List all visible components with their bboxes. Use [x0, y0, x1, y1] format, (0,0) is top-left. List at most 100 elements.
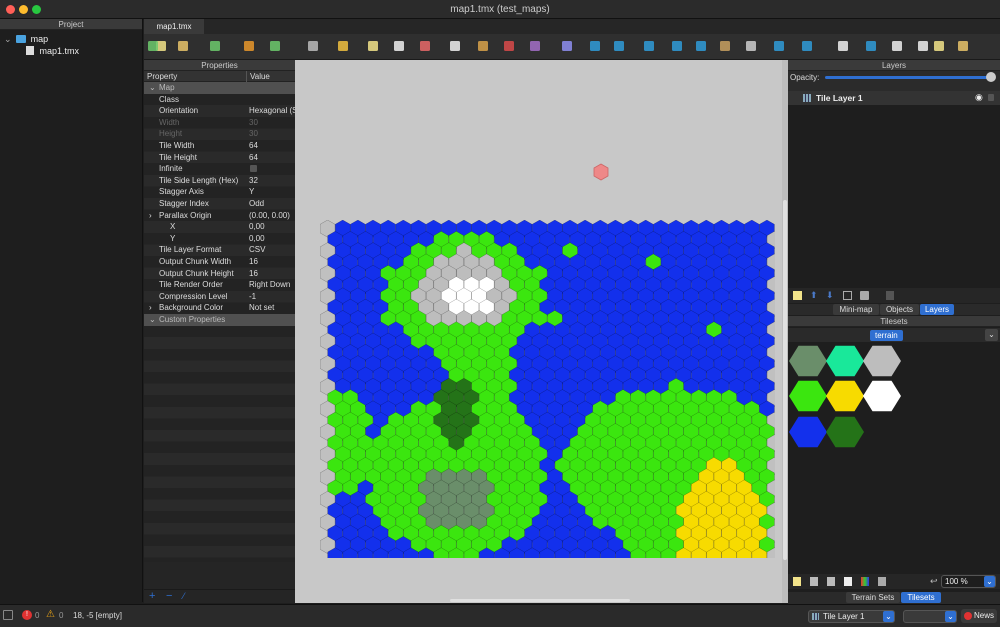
insert-rectangle-icon[interactable]	[668, 37, 686, 55]
property-value[interactable]: 30	[249, 128, 295, 140]
rename-property-icon[interactable]: ⁄	[183, 591, 185, 601]
property-row[interactable]: Class	[144, 94, 295, 106]
tileset-zoom-select[interactable]: 100 % ⌄	[941, 575, 996, 588]
property-row[interactable]: Output Chunk Width 16	[144, 256, 295, 268]
embed-tileset-icon[interactable]	[810, 577, 818, 586]
property-value[interactable]: Right Down	[249, 279, 295, 291]
property-row[interactable]: Height 30	[144, 128, 295, 140]
tileset-tile[interactable]	[789, 380, 827, 412]
export-icon[interactable]	[206, 37, 224, 55]
undo-icon[interactable]	[240, 37, 258, 55]
tab-terrain-sets[interactable]: Terrain Sets	[846, 592, 900, 603]
move-icon[interactable]	[862, 37, 880, 55]
terrain-brush-icon[interactable]	[364, 37, 382, 55]
flip-vertical-icon[interactable]	[954, 37, 972, 55]
property-value[interactable]: 32	[249, 175, 295, 187]
horizontal-scrollbar-thumb[interactable]	[450, 599, 630, 602]
object-select-icon[interactable]	[610, 37, 628, 55]
random-mode-icon[interactable]	[558, 37, 576, 55]
tileset-tile[interactable]	[826, 380, 864, 412]
property-value[interactable]: 16	[249, 268, 295, 280]
property-value[interactable]: 0,00	[249, 233, 295, 245]
redo-icon[interactable]	[266, 37, 284, 55]
flip-horizontal-icon[interactable]	[930, 37, 948, 55]
tileset-tile[interactable]	[826, 416, 864, 448]
open-icon[interactable]	[174, 37, 192, 55]
property-row[interactable]: Tile Width 64	[144, 140, 295, 152]
tree-item-map1-tmx[interactable]: map1.tmx	[26, 45, 79, 57]
edit-tileset-icon[interactable]	[844, 577, 852, 586]
property-row[interactable]: Infinite	[144, 163, 295, 175]
property-row[interactable]: Stagger Index Odd	[144, 198, 295, 210]
lock-layer-icon[interactable]	[886, 291, 894, 300]
property-row[interactable]: X 0,00	[144, 221, 295, 233]
tree-item-map[interactable]: ⌄ map	[4, 33, 48, 45]
raise-layer-icon[interactable]: ⬆	[810, 290, 818, 301]
shape-fill-icon[interactable]	[416, 37, 434, 55]
chevron-down-icon[interactable]: ⌄	[984, 576, 995, 587]
property-row[interactable]: Compression Level -1	[144, 291, 295, 303]
property-row[interactable]: Output Chunk Height 16	[144, 268, 295, 280]
property-value[interactable]: 64	[249, 152, 295, 164]
remove-property-icon[interactable]: −	[166, 590, 172, 602]
property-value[interactable]: Hexagonal (S	[249, 105, 295, 117]
chevron-down-icon[interactable]: ⌄	[4, 34, 12, 44]
chevron-right-icon[interactable]: ›	[149, 302, 152, 314]
property-row[interactable]: Stagger Axis Y	[144, 186, 295, 198]
opacity-slider-handle[interactable]	[986, 72, 996, 82]
layer-row-tile-layer-1[interactable]: Tile Layer 1 ◉	[788, 91, 1000, 105]
tab-layers[interactable]: Layers	[920, 304, 954, 315]
property-value[interactable]: Odd	[249, 198, 295, 210]
stamp-brush-icon[interactable]	[334, 37, 352, 55]
property-group-header[interactable]: ⌄ Map	[144, 82, 295, 94]
news-button[interactable]: News	[961, 609, 997, 623]
layer-select[interactable]: Tile Layer 1 ⌄	[808, 610, 895, 623]
dice-icon[interactable]	[888, 37, 906, 55]
warning-icon[interactable]: ⚠	[46, 609, 55, 620]
terrain-icon[interactable]	[861, 577, 869, 586]
hex-tile-map[interactable]	[320, 220, 775, 558]
property-row[interactable]: Tile Render Order Right Down	[144, 279, 295, 291]
tileset-tile[interactable]	[789, 416, 827, 448]
new-layer-icon[interactable]	[793, 291, 802, 300]
select-same-tile-icon[interactable]	[526, 37, 544, 55]
more-icon[interactable]	[144, 37, 162, 55]
tab-mini-map[interactable]: Mini-map	[833, 304, 879, 315]
property-value[interactable]: -1	[249, 291, 295, 303]
property-value[interactable]: 64	[249, 140, 295, 152]
insert-point-icon[interactable]	[692, 37, 710, 55]
chevron-down-icon[interactable]: ⌄	[945, 611, 956, 622]
insert-ellipse-icon[interactable]	[716, 37, 734, 55]
property-row[interactable]: Tile Side Length (Hex) 32	[144, 175, 295, 187]
property-value[interactable]: 30	[249, 117, 295, 129]
edit-polygons-icon[interactable]	[640, 37, 658, 55]
property-value[interactable]: Not set	[249, 302, 295, 314]
chevron-down-icon[interactable]: ⌄	[883, 611, 894, 622]
insert-polygon-icon[interactable]	[742, 37, 760, 55]
duplicate-layer-icon[interactable]	[843, 291, 852, 300]
property-value[interactable]: (0.00, 0.00)	[249, 210, 295, 222]
tileset-tile[interactable]	[863, 345, 901, 377]
property-row[interactable]: Orientation Hexagonal (S	[144, 105, 295, 117]
tab-objects[interactable]: Objects	[880, 304, 919, 315]
tab-map1-tmx[interactable]: map1.tmx	[144, 19, 204, 34]
lower-layer-icon[interactable]: ⬇	[826, 290, 834, 301]
property-row[interactable]: Y 0,00	[144, 233, 295, 245]
column-property[interactable]: Property	[147, 71, 177, 82]
export-tileset-icon[interactable]	[827, 577, 835, 586]
tileset-tile[interactable]	[789, 345, 827, 377]
property-row[interactable]: Tile Height 64	[144, 152, 295, 164]
zoom-select[interactable]: ⌄	[903, 610, 957, 623]
scrollbar-thumb[interactable]	[783, 200, 787, 560]
column-value[interactable]: Value	[246, 71, 270, 82]
edit-commands-icon[interactable]	[304, 37, 322, 55]
property-group-header[interactable]: ⌄ Custom Properties	[144, 314, 295, 326]
insert-tile-icon[interactable]	[770, 37, 788, 55]
lock-icon[interactable]	[988, 94, 994, 101]
opacity-slider[interactable]	[825, 76, 991, 79]
chevron-down-icon[interactable]: ⌄	[149, 82, 156, 94]
property-value[interactable]: 16	[249, 256, 295, 268]
chevron-right-icon[interactable]: ›	[149, 210, 152, 222]
property-row[interactable]: Tile Layer Format CSV	[144, 244, 295, 256]
property-row[interactable]: › Background Color Not set	[144, 302, 295, 314]
